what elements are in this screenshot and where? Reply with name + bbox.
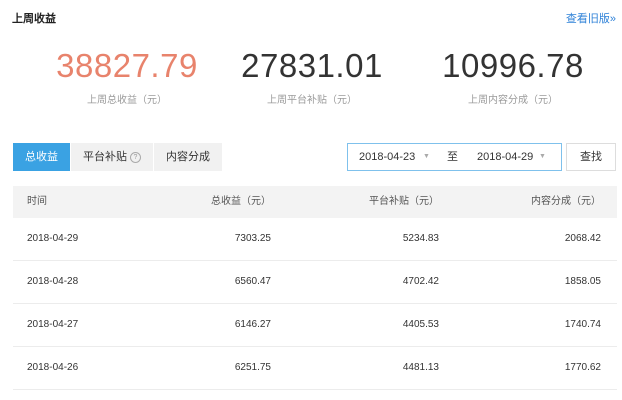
tab-total-income-label: 总收益 — [25, 151, 58, 163]
date-separator: 至 — [447, 151, 458, 163]
cell-platform-subsidy: 4702.42 — [402, 276, 439, 287]
stats-summary: 38827.79 上周总收益（元） 27831.01 上周平台补贴（元） 109… — [0, 46, 622, 116]
column-header-date: 时间 — [27, 196, 47, 207]
stat-platform-subsidy: 27831.01 上周平台补贴（元） — [212, 46, 412, 106]
cell-total: 6146.27 — [234, 319, 271, 330]
cell-date: 2018-04-27 — [27, 319, 79, 330]
chevron-down-icon[interactable]: ▼ — [423, 144, 430, 170]
chevron-down-icon[interactable]: ▼ — [539, 144, 546, 170]
cell-date: 2018-04-26 — [27, 362, 79, 373]
cell-content-share: 1858.05 — [564, 276, 601, 287]
table-header: 时间 总收益（元） 平台补贴（元） 内容分成（元） — [13, 186, 617, 218]
old-version-link[interactable]: 查看旧版» — [566, 10, 616, 26]
table-row: 2018-04-27 6146.27 4405.53 1740.74 — [13, 304, 617, 347]
start-date[interactable]: 2018-04-23 — [359, 144, 415, 170]
stat-total: 38827.79 上周总收益（元） — [27, 46, 227, 106]
stat-platform-subsidy-value: 27831.01 — [241, 47, 383, 84]
table-row: 2018-04-26 6251.75 4481.13 1770.62 — [13, 347, 617, 390]
income-tabs: 总收益 平台补贴 ? 内容分成 — [13, 143, 223, 171]
cell-total: 7303.25 — [234, 233, 271, 244]
table-row: 2018-04-28 6560.47 4702.42 1858.05 — [13, 261, 617, 304]
page-title: 上周收益 — [12, 13, 56, 25]
cell-content-share: 1740.74 — [564, 319, 601, 330]
tab-platform-subsidy-label: 平台补贴 — [83, 151, 127, 163]
cell-date: 2018-04-28 — [27, 276, 79, 287]
cell-platform-subsidy: 5234.83 — [402, 233, 439, 244]
search-button[interactable]: 查找 — [566, 143, 616, 171]
column-header-content-share: 内容分成（元） — [531, 196, 601, 207]
cell-platform-subsidy: 4405.53 — [402, 319, 439, 330]
cell-content-share: 2068.42 — [564, 233, 601, 244]
cell-total: 6560.47 — [234, 276, 271, 287]
cell-total: 6251.75 — [234, 362, 271, 373]
help-icon[interactable]: ? — [130, 151, 141, 163]
end-date[interactable]: 2018-04-29 — [477, 144, 533, 170]
column-header-total: 总收益（元） — [211, 196, 271, 207]
tab-total-income[interactable]: 总收益 — [13, 143, 71, 171]
table-row: 2018-04-29 7303.25 5234.83 2068.42 — [13, 218, 617, 261]
stat-content-share: 10996.78 上周内容分成（元） — [413, 46, 613, 106]
stat-total-label: 上周总收益（元） — [87, 95, 167, 106]
stat-content-share-value: 10996.78 — [442, 47, 584, 84]
stat-content-share-label: 上周内容分成（元） — [468, 95, 558, 106]
tab-platform-subsidy[interactable]: 平台补贴 ? — [71, 143, 154, 171]
cell-content-share: 1770.62 — [564, 362, 601, 373]
stat-platform-subsidy-label: 上周平台补贴（元） — [267, 95, 357, 106]
tab-content-share[interactable]: 内容分成 — [154, 143, 223, 171]
stat-total-value: 38827.79 — [56, 47, 198, 84]
income-table: 时间 总收益（元） 平台补贴（元） 内容分成（元） 2018-04-29 730… — [13, 186, 617, 390]
column-header-platform-subsidy: 平台补贴（元） — [369, 196, 439, 207]
tab-content-share-label: 内容分成 — [166, 151, 210, 163]
cell-date: 2018-04-29 — [27, 233, 79, 244]
date-range-picker[interactable]: 2018-04-23 ▼ 至 2018-04-29 ▼ — [347, 143, 562, 171]
cell-platform-subsidy: 4481.13 — [402, 362, 439, 373]
